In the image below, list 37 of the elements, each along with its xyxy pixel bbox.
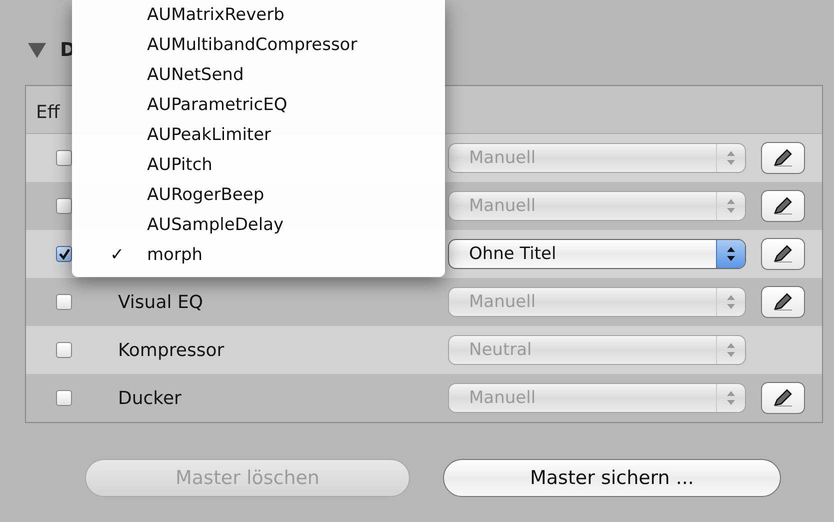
pencil-icon [772, 148, 794, 168]
checkbox[interactable] [56, 150, 72, 166]
stepper-arrows-icon [726, 294, 736, 310]
stepper-arrows-icon [726, 390, 736, 406]
effect-name: Kompressor [118, 340, 226, 360]
edit-button[interactable] [761, 142, 805, 174]
checkbox[interactable] [56, 390, 72, 406]
edit-button[interactable] [761, 190, 805, 222]
disclosure-triangle-icon[interactable] [28, 42, 46, 58]
checkbox[interactable] [56, 246, 72, 262]
checkbox[interactable] [56, 342, 72, 358]
checkbox[interactable] [56, 198, 72, 214]
edit-button[interactable] [761, 382, 805, 414]
menu-item[interactable]: AUParametricEQ [147, 95, 288, 115]
stepper-arrows-icon [726, 246, 736, 262]
menu-item[interactable]: AUSampleDelay [147, 215, 284, 235]
master-button[interactable]: Master sichern ... [443, 459, 781, 497]
checkbox[interactable] [56, 294, 72, 310]
stepper-arrows-icon [726, 198, 736, 214]
stepper-arrows-icon [726, 150, 736, 166]
menu-item[interactable]: AUNetSend [147, 65, 244, 85]
menu-item[interactable]: AUMultibandCompressor [147, 35, 358, 55]
effect-name: Ducker [118, 388, 182, 408]
effect-name: Visual EQ [118, 292, 204, 312]
preset-popup[interactable]: Ohne Titel [448, 239, 746, 269]
pencil-icon [772, 388, 794, 408]
pencil-icon [772, 196, 794, 216]
menu-item[interactable]: AURogerBeep [147, 185, 264, 205]
menu-item[interactable]: AUPitch [147, 155, 212, 175]
check-mark: ✓ [110, 245, 124, 265]
menu-item[interactable]: AUMatrixReverb [147, 5, 284, 25]
pencil-icon [772, 244, 794, 264]
pencil-icon [772, 292, 794, 312]
edit-button[interactable] [761, 286, 805, 318]
stepper-arrows-icon [726, 342, 736, 358]
edit-button[interactable] [761, 238, 805, 270]
menu-item[interactable]: morph [147, 245, 203, 265]
